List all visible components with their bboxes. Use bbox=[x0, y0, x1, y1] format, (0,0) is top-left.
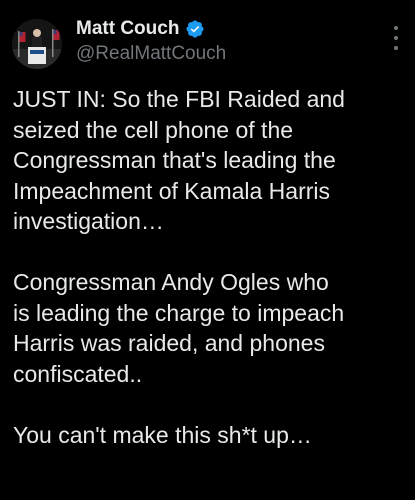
tweet-text: JUST IN: So the FBI Raided and seized th… bbox=[13, 84, 405, 481]
avatar[interactable] bbox=[12, 19, 62, 69]
display-name-row: Matt Couch bbox=[76, 16, 226, 42]
tweet-paragraph: JUST IN: So the FBI Raided and seized th… bbox=[13, 86, 345, 234]
more-dot bbox=[394, 46, 398, 50]
author-handle[interactable]: @RealMattCouch bbox=[76, 43, 226, 65]
more-dot bbox=[394, 36, 398, 40]
avatar-image bbox=[12, 19, 62, 69]
more-dot bbox=[394, 26, 398, 30]
tweet: Matt Couch @RealMattCouch JUST IN: So th… bbox=[0, 0, 415, 500]
display-name[interactable]: Matt Couch bbox=[76, 18, 179, 40]
tweet-header: Matt Couch @RealMattCouch bbox=[12, 12, 403, 76]
author-names: Matt Couch @RealMattCouch bbox=[76, 16, 226, 65]
tweet-paragraph: You can't make this sh*t up… bbox=[13, 421, 312, 448]
verified-badge-icon bbox=[185, 19, 205, 39]
more-vertical-icon[interactable] bbox=[389, 26, 403, 50]
tweet-paragraph: Congressman Andy Ogles who is leading th… bbox=[13, 269, 345, 387]
